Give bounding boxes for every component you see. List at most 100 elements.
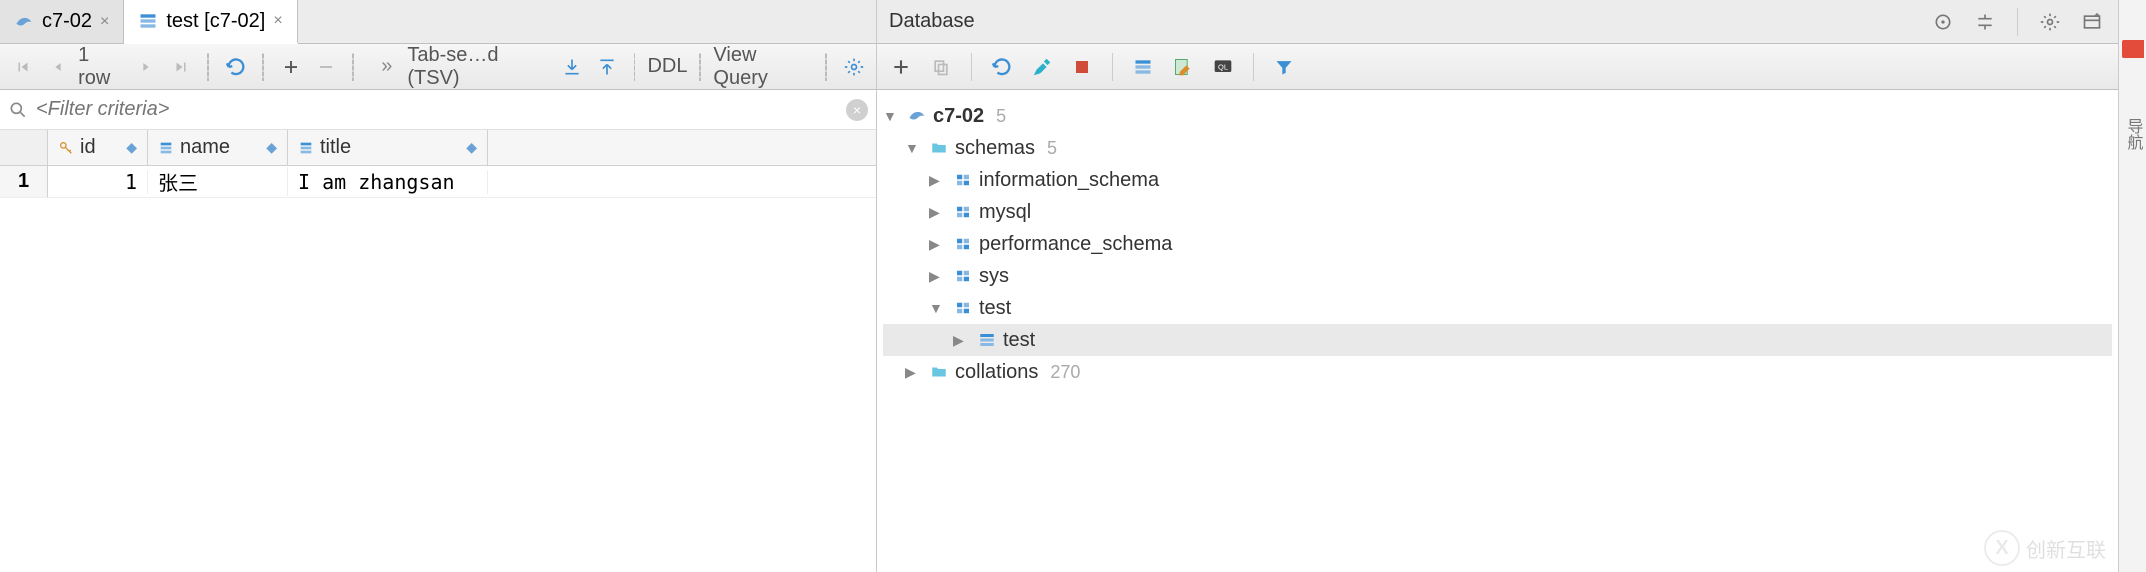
editor-panel: c7-02 × test [c7-02] × 1 row (0, 0, 877, 572)
view-query-button[interactable]: View Query (713, 44, 813, 90)
column-name: name (180, 136, 230, 159)
gutter-vertical-label[interactable]: 导航 (2121, 118, 2145, 150)
watermark-text: 创新互联 (2026, 534, 2106, 563)
settings-gear-icon[interactable] (839, 52, 868, 82)
reload-icon[interactable] (221, 52, 250, 82)
schema-icon (953, 203, 973, 221)
table-view-icon[interactable] (1129, 53, 1157, 81)
chevron-right-icon: ▶ (929, 172, 947, 189)
editor-tabs: c7-02 × test [c7-02] × (0, 0, 876, 44)
folder-icon (929, 363, 949, 381)
svg-text:QL: QL (1218, 62, 1228, 71)
sort-indicator-icon: ◆ (466, 139, 477, 156)
close-icon[interactable]: × (100, 13, 109, 31)
chevron-right-icon: ▶ (929, 268, 947, 285)
chevron-right-icon: ▶ (905, 364, 923, 381)
toolbar-separator (634, 53, 636, 81)
database-tree: ▼ c7-02 5 ▼ schemas 5 ▶ information_sche… (877, 90, 2118, 572)
tab-connection[interactable]: c7-02 × (0, 0, 124, 43)
cell-id[interactable]: 1 (48, 170, 148, 194)
tree-schema-item[interactable]: ▶ sys (883, 260, 2112, 292)
dolphin-icon (907, 106, 927, 126)
filter-icon[interactable] (1270, 53, 1298, 81)
tree-schemas[interactable]: ▼ schemas 5 (883, 132, 2112, 164)
database-panel-header: Database (877, 0, 2118, 44)
schema-icon (953, 235, 973, 253)
row-count-label: 1 row (78, 44, 125, 90)
console-icon[interactable]: QL (1209, 53, 1237, 81)
row-number: 1 (0, 166, 48, 197)
tree-datasource[interactable]: ▼ c7-02 5 (883, 100, 2112, 132)
download-icon[interactable] (557, 52, 586, 82)
chevron-down-icon: ▼ (929, 300, 947, 316)
last-page-icon[interactable] (166, 52, 195, 82)
gear-icon[interactable] (2036, 8, 2064, 36)
hide-panel-icon[interactable] (2078, 8, 2106, 36)
chevron-down-icon: ▼ (883, 108, 901, 124)
add-row-icon[interactable] (276, 52, 305, 82)
schemas-label: schemas (955, 137, 1035, 160)
table-body: 1 1 张三 I am zhangsan (0, 166, 876, 572)
remove-row-icon[interactable] (311, 52, 340, 82)
properties-icon[interactable] (1028, 53, 1056, 81)
datasource-count: 5 (996, 106, 1006, 127)
target-icon[interactable] (1929, 8, 1957, 36)
column-header-title[interactable]: title ◆ (288, 130, 488, 165)
chevron-right-icon: ▶ (929, 236, 947, 253)
upload-icon[interactable] (593, 52, 622, 82)
database-panel: Database QL ▼ (877, 0, 2118, 572)
prev-page-icon[interactable] (43, 52, 72, 82)
filter-input[interactable] (36, 98, 838, 121)
toolbar-separator (1253, 53, 1254, 81)
table-row[interactable]: 1 1 张三 I am zhangsan (0, 166, 876, 198)
row-gutter-header (0, 130, 48, 165)
next-page-icon[interactable] (131, 52, 160, 82)
ddl-button[interactable]: DDL (647, 55, 687, 78)
right-gutter: 导航 (2118, 0, 2146, 572)
chevron-right-icon: ▶ (929, 204, 947, 221)
collations-count: 270 (1050, 362, 1080, 383)
tab-label: c7-02 (42, 10, 92, 33)
table-icon (977, 331, 997, 349)
tree-table-item[interactable]: ▶ test (883, 324, 2112, 356)
collations-label: collations (955, 361, 1038, 384)
tree-schema-item[interactable]: ▶ mysql (883, 196, 2112, 228)
clear-filter-icon[interactable]: × (846, 99, 868, 121)
column-header-id[interactable]: id ◆ (48, 130, 148, 165)
chevron-down-icon: ▼ (905, 140, 923, 156)
toolbar-separator (2017, 8, 2018, 36)
column-icon (158, 140, 174, 156)
schema-icon (953, 171, 973, 189)
tree-collations[interactable]: ▶ collations 270 (883, 356, 2112, 388)
tab-table[interactable]: test [c7-02] × (124, 0, 297, 44)
duplicate-icon[interactable] (927, 53, 955, 81)
dolphin-icon (14, 12, 34, 32)
panel-title: Database (889, 10, 975, 33)
split-icon[interactable] (1971, 8, 1999, 36)
watermark: X 创新互联 (1984, 530, 2106, 566)
first-page-icon[interactable] (8, 52, 37, 82)
tree-schema-item[interactable]: ▼ test (883, 292, 2112, 324)
cell-name[interactable]: 张三 (148, 167, 288, 196)
watermark-badge: X (1984, 530, 2020, 566)
cell-title[interactable]: I am zhangsan (288, 170, 488, 194)
edit-data-icon[interactable] (1169, 53, 1197, 81)
tree-schema-item[interactable]: ▶ performance_schema (883, 228, 2112, 260)
stop-icon[interactable] (1068, 53, 1096, 81)
chevron-right-icon[interactable]: » (372, 52, 401, 82)
tab-label: test [c7-02] (166, 10, 265, 33)
schema-label: test (979, 297, 1011, 320)
schemas-count: 5 (1047, 138, 1057, 159)
column-header-name[interactable]: name ◆ (148, 130, 288, 165)
add-datasource-icon[interactable] (887, 53, 915, 81)
red-marker-icon[interactable] (2122, 40, 2144, 58)
export-format-label[interactable]: Tab-se…d (TSV) (407, 44, 551, 90)
schema-label: performance_schema (979, 233, 1172, 256)
close-icon[interactable]: × (273, 12, 282, 30)
tree-schema-item[interactable]: ▶ information_schema (883, 164, 2112, 196)
refresh-icon[interactable] (988, 53, 1016, 81)
table-icon (138, 11, 158, 31)
toolbar-separator (971, 53, 972, 81)
column-icon (298, 140, 314, 156)
toolbar-separator (262, 53, 264, 81)
